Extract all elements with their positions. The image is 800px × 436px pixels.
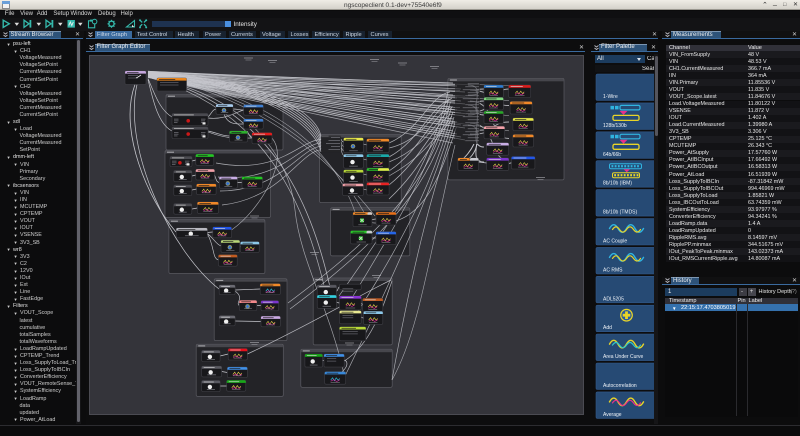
svg-text:Autocorrelation: Autocorrelation: [603, 383, 637, 389]
svg-text:128b/130b: 128b/130b: [603, 123, 627, 129]
svg-text:8b/10b (IBM): 8b/10b (IBM): [603, 181, 632, 187]
svg-text:1-Wire: 1-Wire: [603, 94, 618, 100]
svg-text:Area Under Curve: Area Under Curve: [603, 354, 644, 360]
svg-text:64b/66b: 64b/66b: [603, 152, 621, 158]
svg-text:AC RMS: AC RMS: [603, 267, 623, 273]
svg-text:ADL5205: ADL5205: [603, 296, 624, 302]
svg-text:8b/10b (TMDS): 8b/10b (TMDS): [603, 210, 638, 216]
svg-text:AC Couple: AC Couple: [603, 239, 627, 245]
svg-text:Average: Average: [603, 412, 622, 418]
svg-text:Add: Add: [603, 325, 612, 331]
